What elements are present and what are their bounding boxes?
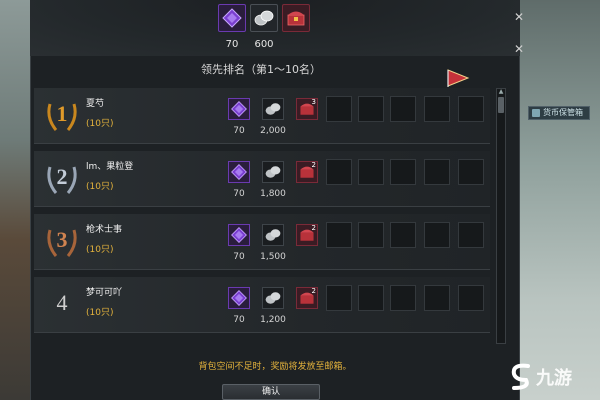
silver-coins-icon (265, 292, 281, 304)
top-reward-strip: 70 600 (214, 2, 314, 54)
empty-slot (458, 285, 484, 311)
ranking-row-2: 2 lm、果粒登 (10只) 2 70 1,800 (34, 151, 490, 207)
empty-slot (424, 96, 450, 122)
reward-chest-cell[interactable]: 2 (296, 161, 318, 183)
watermark-text: 九游 (536, 368, 572, 389)
reward-chest-cell[interactable]: 2 (296, 287, 318, 309)
empty-slot (458, 96, 484, 122)
reward-coins-cell[interactable] (262, 287, 284, 309)
scroll-thumb[interactable] (498, 97, 504, 113)
empty-slot (424, 159, 450, 185)
player-name: lm、果粒登 (86, 162, 134, 172)
player-name: 枪术士事 (86, 225, 123, 235)
empty-slot (458, 159, 484, 185)
reward-coins-cell[interactable] (262, 161, 284, 183)
player-name: 梦可可吖 (86, 288, 123, 298)
inventory-notice: 背包空间不足时，奖励将发放至邮箱。 (198, 362, 352, 372)
purple-gem-icon (231, 227, 247, 243)
rank-number: 1 (56, 101, 68, 126)
reward-gem-value: 70 (233, 315, 245, 325)
reward-coins-value: 1,500 (260, 252, 286, 262)
empty-slot (458, 222, 484, 248)
rank-number: 2 (56, 164, 68, 189)
chest-count-badge: 2 (311, 224, 316, 232)
reward-gem-value: 70 (233, 252, 245, 262)
confirm-button[interactable]: 确认 (222, 384, 320, 400)
empty-slot (390, 222, 416, 248)
rank-emblem-bronze: 3 (40, 220, 84, 264)
silver-coins-icon (265, 103, 281, 115)
red-chest-icon (287, 11, 305, 26)
empty-slot (390, 285, 416, 311)
background-left (0, 0, 30, 400)
reward-gem-cell[interactable] (228, 161, 250, 183)
chest-count-badge: 3 (311, 98, 316, 106)
reward-coins-cell[interactable] (262, 98, 284, 120)
rank-emblem-plain: 4 (40, 283, 84, 327)
rank-emblem-silver: 2 (40, 157, 84, 201)
reward-gem-cell[interactable] (228, 287, 250, 309)
empty-slot (326, 96, 352, 122)
reward-gem-cell[interactable] (228, 98, 250, 120)
reward-chest-cell[interactable]: 3 (296, 98, 318, 120)
player-quantity: (10只) (86, 245, 114, 255)
logo-s-icon (511, 363, 530, 390)
silver-coins-icon (265, 166, 281, 178)
reward-coins-value: 2,000 (260, 126, 286, 136)
reward-coins-value: 1,800 (260, 189, 286, 199)
empty-slot (358, 96, 384, 122)
empty-slot (390, 96, 416, 122)
empty-slot (358, 222, 384, 248)
reward-coins-cell[interactable] (262, 224, 284, 246)
reward-gem-value: 70 (233, 189, 245, 199)
ranking-row-1: 1 夏芍 (10只) 3 70 2,000 (34, 88, 490, 144)
vault-icon (532, 109, 540, 117)
player-name: 夏芍 (86, 99, 105, 109)
top-reward-coins-slot[interactable] (250, 4, 278, 32)
reward-gem-value: 70 (233, 126, 245, 136)
currency-vault-label: 货币保管箱 (543, 108, 583, 117)
reward-coins-value: 1,200 (260, 315, 286, 325)
empty-slot (358, 285, 384, 311)
player-quantity: (10只) (86, 119, 114, 129)
top-reward-gem-slot[interactable] (218, 4, 246, 32)
chest-count-badge: 2 (311, 287, 316, 295)
purple-gem-icon (231, 101, 247, 117)
chest-count-badge: 2 (311, 161, 316, 169)
top-reward-chest-slot[interactable] (282, 4, 310, 32)
purple-gem-icon (231, 290, 247, 306)
empty-slot (358, 159, 384, 185)
reward-gem-cell[interactable] (228, 224, 250, 246)
empty-slot (390, 159, 416, 185)
background-right (520, 0, 600, 400)
silver-coins-icon (254, 10, 274, 26)
empty-slot (424, 222, 450, 248)
currency-vault-button[interactable]: 货币保管箱 (528, 106, 590, 120)
reward-chest-cell[interactable]: 2 (296, 224, 318, 246)
silver-coins-icon (265, 229, 281, 241)
top-reward-coins-value: 600 (254, 39, 274, 50)
empty-slot (424, 285, 450, 311)
rank-emblem-gold: 1 (40, 94, 84, 138)
close-icon-secondary[interactable]: ✕ (512, 42, 526, 56)
watermark-logo: 九游 (506, 358, 600, 398)
rank-number: 3 (56, 227, 68, 252)
empty-slot (326, 159, 352, 185)
empty-slot (326, 222, 352, 248)
ranking-row-3: 3 枪术士事 (10只) 2 70 1,500 (34, 214, 490, 270)
ranking-row-4: 4 梦可可吖 (10只) 2 70 1,200 (34, 277, 490, 333)
player-quantity: (10只) (86, 308, 114, 318)
empty-slot (326, 285, 352, 311)
panel-title: 领先排名（第1～10名） (201, 63, 321, 76)
purple-gem-icon (231, 164, 247, 180)
rank-number: 4 (56, 290, 68, 315)
ranking-scrollbar[interactable]: ▲ (496, 88, 506, 344)
pennant-flag-icon (447, 69, 470, 87)
purple-gem-icon (222, 8, 242, 28)
close-icon[interactable]: ✕ (512, 10, 526, 24)
scroll-up-icon[interactable]: ▲ (498, 89, 504, 95)
player-quantity: (10只) (86, 182, 114, 192)
